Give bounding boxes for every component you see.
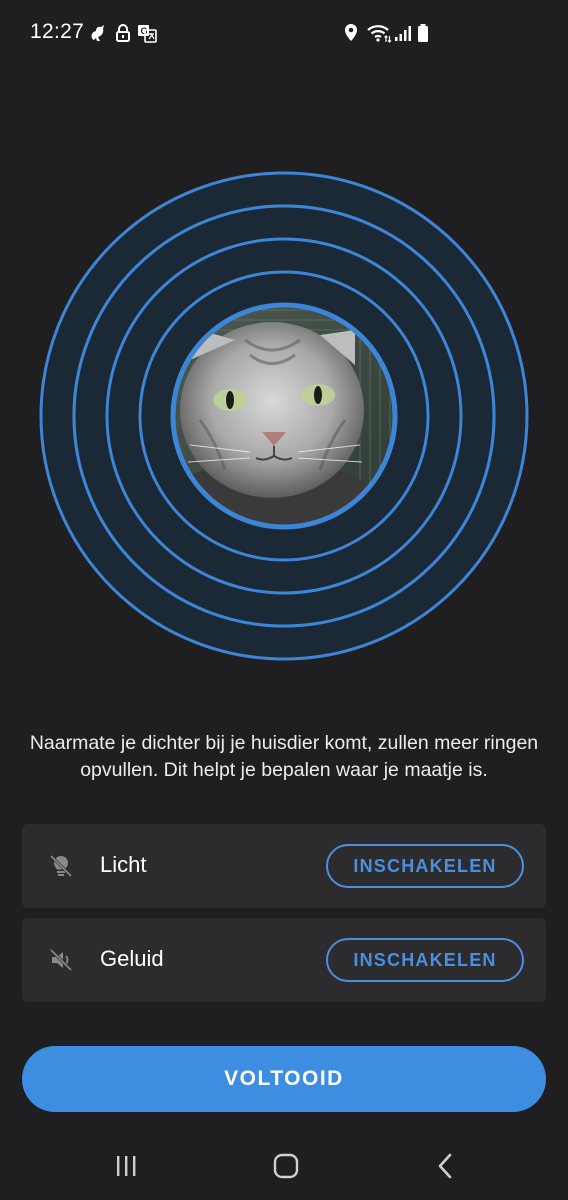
enable-light-button[interactable]: INSCHAKELEN: [326, 844, 524, 888]
back-icon[interactable]: [426, 1150, 466, 1182]
sound-option-card: Geluid INSCHAKELEN: [22, 918, 546, 1002]
enable-sound-button[interactable]: INSCHAKELEN: [326, 938, 524, 982]
sound-off-icon: [49, 948, 73, 972]
light-label: Licht: [100, 852, 147, 877]
sound-label: Geluid: [100, 946, 164, 971]
light-option-card: Licht INSCHAKELEN: [22, 824, 546, 908]
proximity-rings: [39, 171, 529, 661]
proximity-description: Naarmate je dichter bij je huisdier komt…: [29, 732, 539, 781]
light-off-icon: [49, 854, 73, 878]
done-button[interactable]: VOLTOOID: [22, 1046, 546, 1112]
home-icon[interactable]: [266, 1150, 306, 1182]
recents-icon[interactable]: [106, 1150, 146, 1182]
navigation-bar: [0, 1130, 568, 1200]
